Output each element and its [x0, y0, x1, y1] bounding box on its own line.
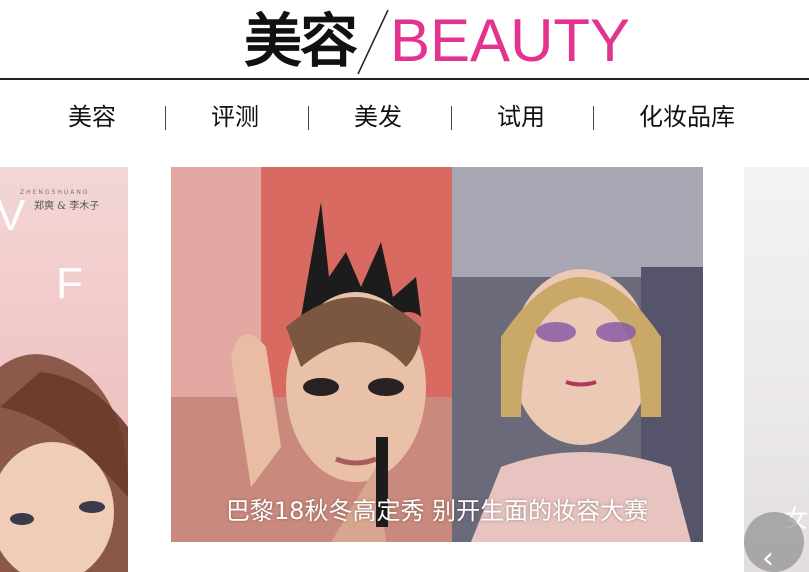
runway-photo — [171, 167, 703, 542]
carousel-slide-previous[interactable]: ZHENGSHUANG 郑爽 & 李木子 V F Y — [0, 167, 128, 572]
nav-separator — [451, 106, 452, 130]
beauty-logo[interactable]: 美容 BEAUTY — [244, 0, 630, 76]
nav-item-trial[interactable]: 试用 — [497, 94, 545, 140]
nav-separator — [308, 106, 309, 130]
logo-english-text: BEAUTY — [390, 7, 631, 74]
nav-item-cosmetics-library[interactable]: 化妆品库 — [639, 94, 735, 140]
chevron-left-icon: ‹ — [762, 541, 774, 572]
featured-carousel: ZHENGSHUANG 郑爽 & 李木子 V F Y — [0, 167, 809, 572]
main-nav: 美容 评测 美发 试用 化妆品库 — [0, 94, 809, 140]
nav-separator — [165, 106, 166, 130]
header-divider — [0, 78, 809, 80]
logo-slash-icon — [354, 6, 392, 76]
carousel-prev-button[interactable]: ‹ — [744, 512, 804, 572]
nav-item-review[interactable]: 评测 — [211, 94, 259, 140]
site-header: 美容 BEAUTY — [0, 0, 809, 80]
logo-chinese-text: 美容 — [244, 7, 358, 75]
slide-caption: 巴黎18秋冬高定秀 别开生面的妆容大赛 — [225, 497, 649, 525]
nav-item-beauty[interactable]: 美容 — [68, 94, 116, 140]
nav-item-hair[interactable]: 美发 — [354, 94, 402, 140]
portrait-illustration — [0, 354, 128, 572]
carousel-slide-current[interactable]: 巴黎18秋冬高定秀 别开生面的妆容大赛 — [171, 167, 703, 542]
nav-separator — [593, 106, 594, 130]
